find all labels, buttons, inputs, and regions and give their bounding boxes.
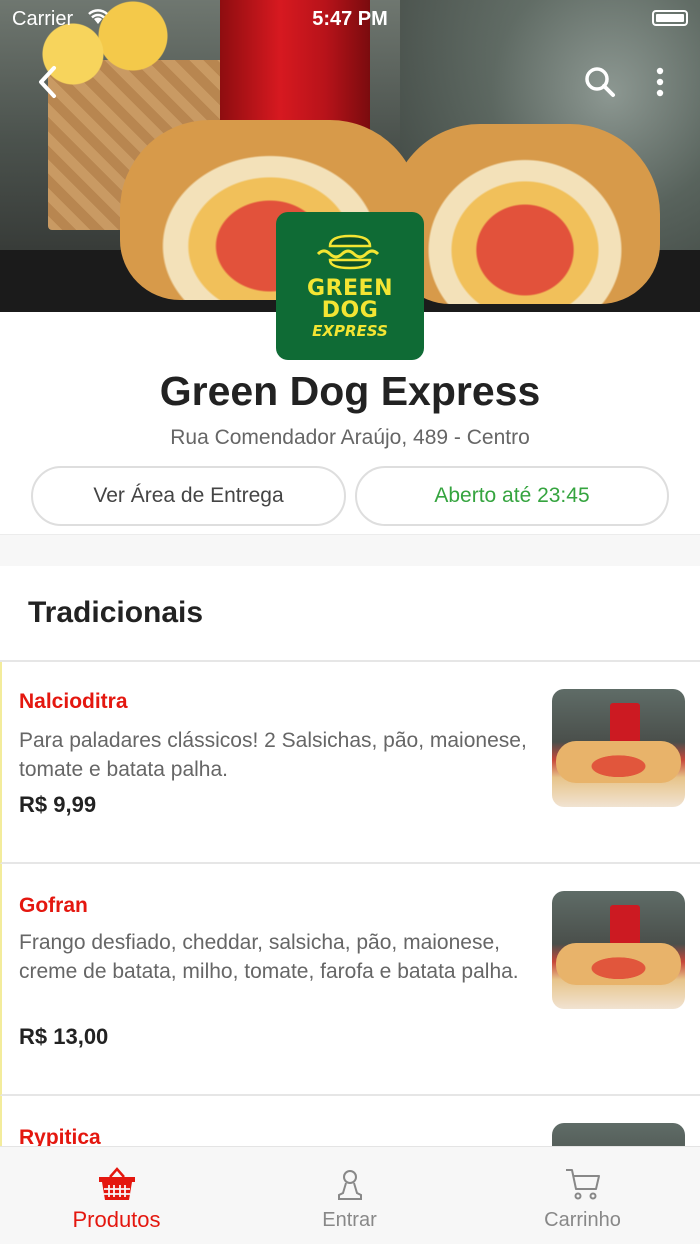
store-logo: GREEN DOG EXPRESS bbox=[276, 212, 424, 360]
basket-icon bbox=[99, 1167, 135, 1200]
battery-icon bbox=[652, 10, 688, 26]
search-button[interactable] bbox=[580, 62, 620, 102]
product-name: Gofran bbox=[19, 894, 88, 917]
logo-text-green: GREEN bbox=[307, 276, 393, 301]
status-bar: Carrier 5:47 PM bbox=[0, 0, 700, 36]
product-price: R$ 9,99 bbox=[19, 792, 97, 817]
product-description: Para paladares clássicos! 2 Salsichas, p… bbox=[19, 729, 527, 781]
tab-products-label: Produtos bbox=[72, 1207, 161, 1232]
tab-cart-label: Carrinho bbox=[544, 1209, 621, 1231]
product-image bbox=[552, 689, 685, 807]
logo-text-dog: DOG bbox=[321, 298, 379, 323]
more-vertical-icon bbox=[656, 67, 664, 97]
store-address: Rua Comendador Araújo, 489 - Centro bbox=[170, 426, 530, 449]
tab-cart[interactable]: Carrinho bbox=[466, 1147, 699, 1244]
section-divider bbox=[0, 534, 700, 566]
logo-text-express: EXPRESS bbox=[312, 322, 388, 340]
product-price: R$ 13,00 bbox=[19, 1024, 109, 1049]
tab-products[interactable]: Produtos bbox=[0, 1147, 233, 1244]
tab-login[interactable]: Entrar bbox=[233, 1147, 466, 1244]
product-name: Nalcioditra bbox=[19, 690, 128, 713]
delivery-area-button[interactable]: Ver Área de Entrega bbox=[31, 466, 346, 526]
chevron-left-icon bbox=[39, 66, 56, 98]
tab-login-label: Entrar bbox=[322, 1209, 377, 1231]
back-button[interactable] bbox=[28, 62, 68, 102]
cart-icon bbox=[566, 1169, 600, 1200]
category-title: Tradicionais bbox=[28, 596, 204, 629]
product-image bbox=[552, 891, 685, 1009]
user-icon bbox=[338, 1170, 362, 1200]
clock: 5:47 PM bbox=[312, 8, 388, 30]
more-options-button[interactable] bbox=[640, 62, 680, 102]
opening-hours-button[interactable]: Aberto até 23:45 bbox=[355, 466, 669, 526]
product-card-gofran[interactable]: Gofran Frango desfiado, cheddar, salsich… bbox=[0, 864, 700, 1096]
product-card-nalcioditra[interactable]: Nalcioditra Para paladares clássicos! 2 … bbox=[0, 662, 700, 864]
product-description: Frango desfiado, cheddar, salsicha, pão,… bbox=[19, 931, 519, 983]
search-icon bbox=[585, 67, 615, 97]
hero-sandwich-right bbox=[390, 124, 660, 304]
store-name: Green Dog Express bbox=[159, 368, 541, 414]
hotdog-logo-icon bbox=[316, 234, 380, 270]
tab-bar: Produtos Entrar Carrinho bbox=[0, 1146, 700, 1244]
